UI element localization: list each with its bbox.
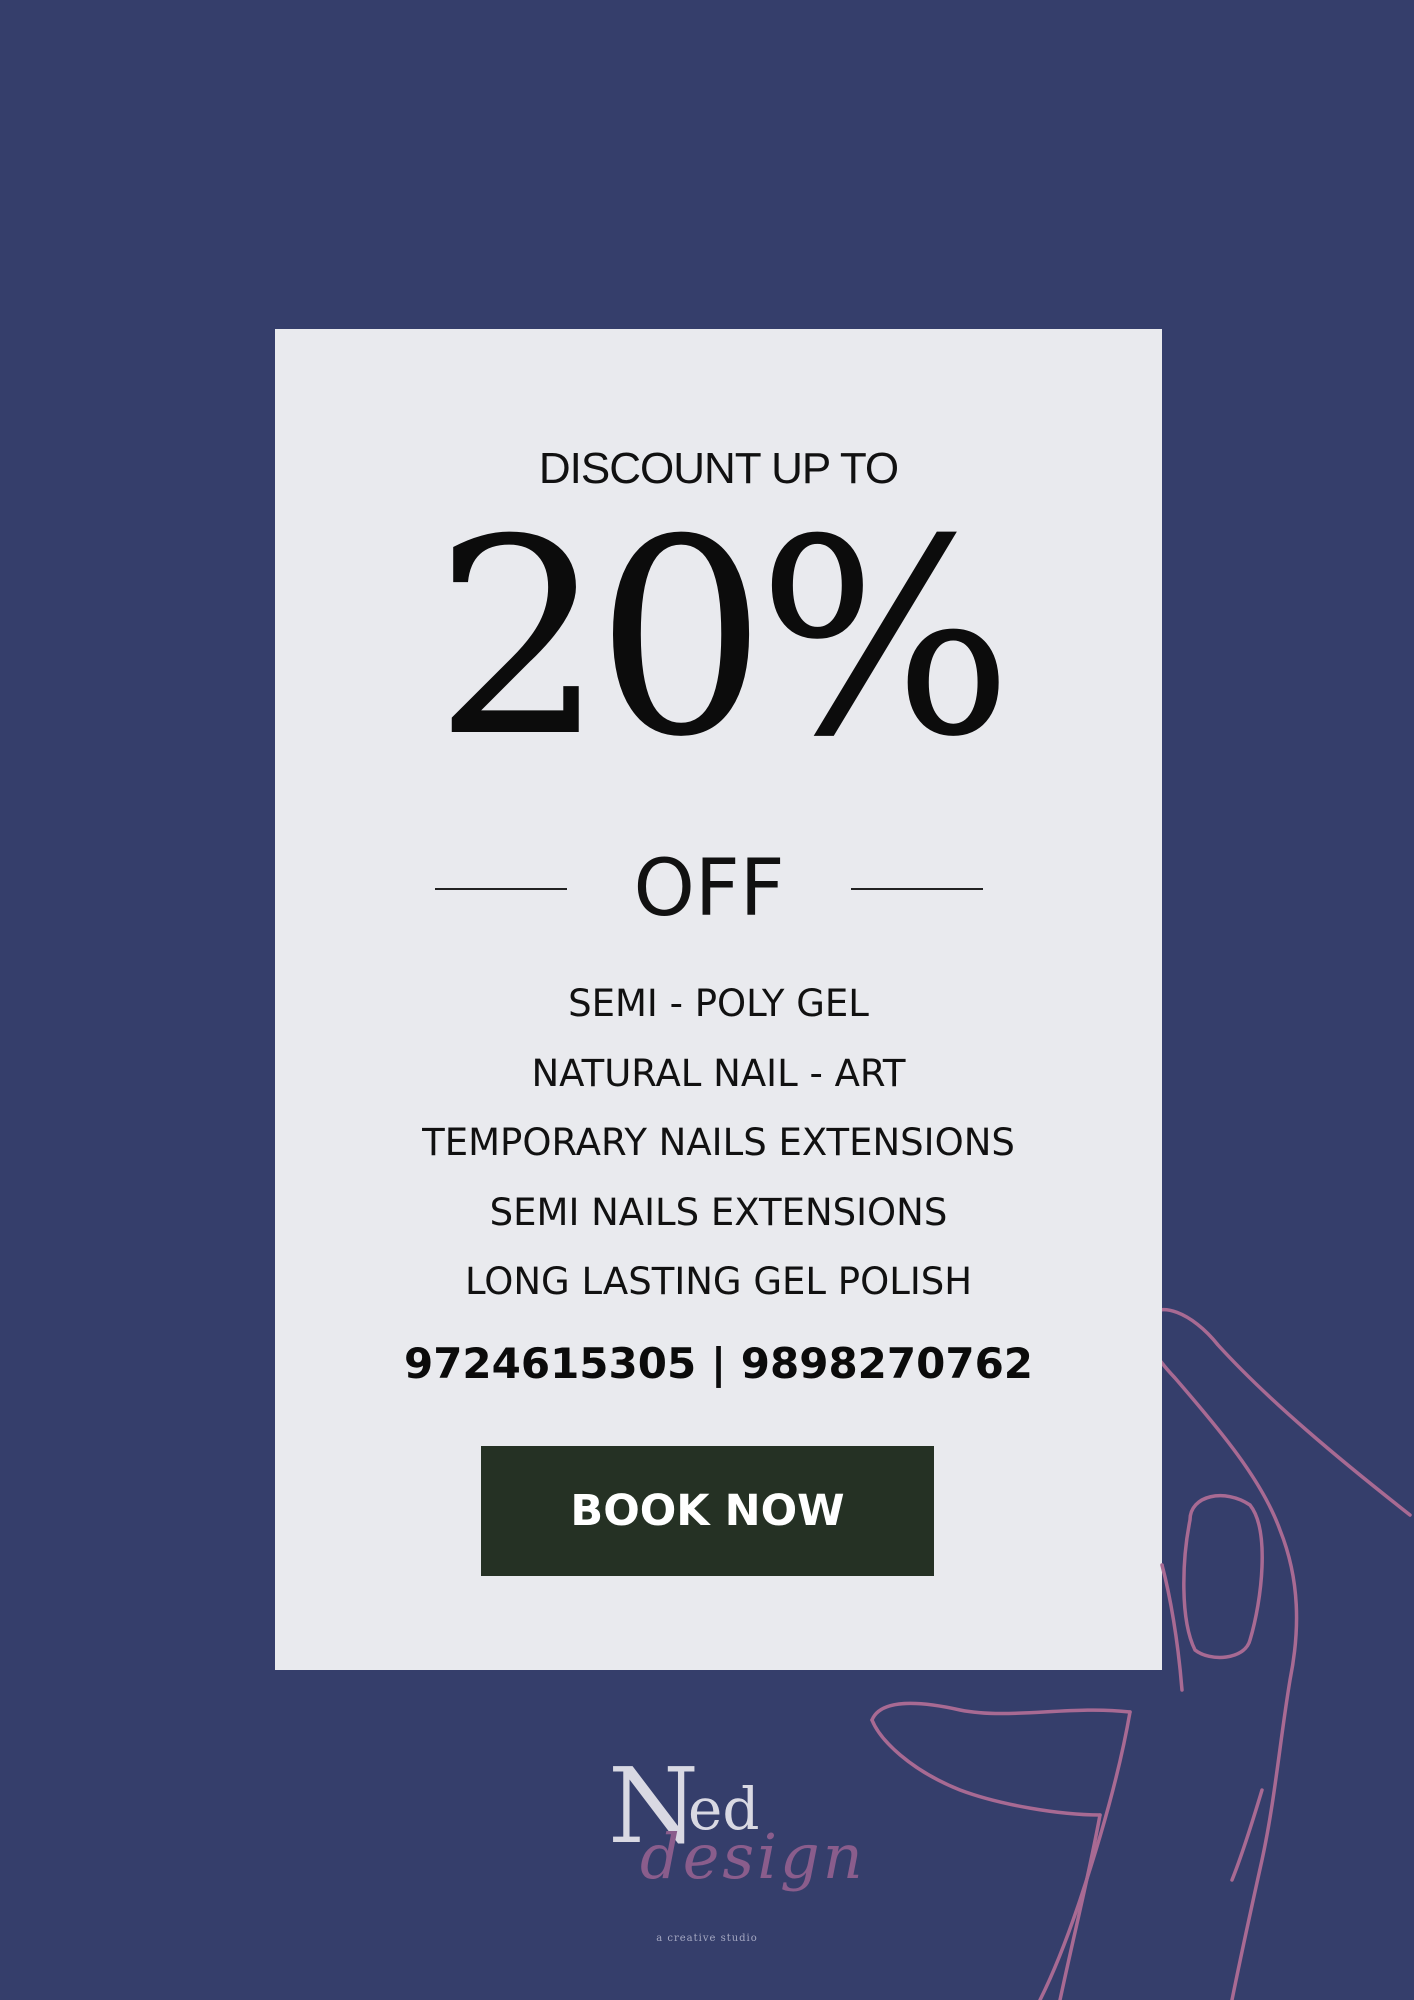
right-divider xyxy=(851,888,983,890)
service-item: SEMI - POLY GEL xyxy=(568,982,869,1025)
brand-logo: N ed design xyxy=(600,1745,863,1945)
promo-card: DISCOUNT UP TO 20% OFF SEMI - POLY GEL N… xyxy=(275,329,1162,1670)
left-divider xyxy=(435,888,567,890)
services-list: SEMI - POLY GEL NATURAL NAIL - ART TEMPO… xyxy=(275,969,1162,1317)
off-label: OFF xyxy=(633,844,785,934)
off-row: OFF xyxy=(435,844,983,934)
brand-tagline: a creative studio xyxy=(656,1933,758,1944)
book-now-button[interactable]: BOOK NOW xyxy=(481,1446,934,1576)
phone-numbers: 9724615305 | 9898270762 xyxy=(403,1339,1034,1388)
discount-amount: 20% xyxy=(433,481,1013,796)
logo-script: design xyxy=(640,1820,866,1893)
service-item: SEMI NAILS EXTENSIONS xyxy=(489,1190,948,1234)
service-item: TEMPORARY NAILS EXTENSIONS xyxy=(422,1121,1015,1164)
service-item: NATURAL NAIL - ART xyxy=(531,1051,906,1095)
service-item: LONG LASTING GEL POLISH xyxy=(464,1260,973,1303)
